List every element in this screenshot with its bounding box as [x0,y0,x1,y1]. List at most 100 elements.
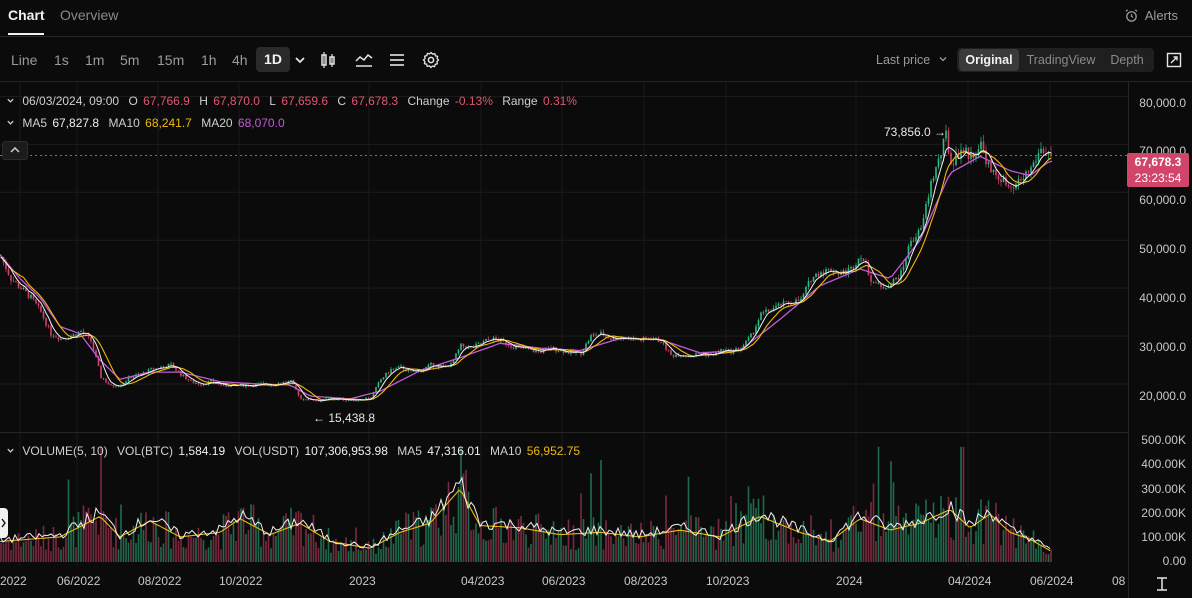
volume-bar [577,548,580,562]
volume-bar [432,508,435,562]
volume-bar [762,495,765,562]
volume-bar [822,538,825,562]
candle-body [1027,171,1030,173]
candle-body [1000,179,1002,183]
chevron-down-icon[interactable] [6,446,15,455]
indicators-icon[interactable] [355,51,373,69]
volume-bar [250,504,252,562]
volume-bar [212,536,215,562]
candlestick-type-icon[interactable] [319,51,337,69]
text-cursor-icon[interactable] [1155,576,1169,592]
candle-body [980,141,982,150]
volume-bar [775,539,777,562]
candle-body [750,333,752,338]
candle-body [42,311,45,319]
gear-icon[interactable] [422,51,440,69]
tab-overview[interactable]: Overview [60,7,118,23]
volume-bar [760,523,762,562]
volume-tick: 300.00K [1141,482,1186,496]
timeframe-1d[interactable]: 1D [256,47,290,72]
volume-tick: 400.00K [1141,457,1186,471]
high-value: 67,870.0 [213,94,260,108]
chevron-down-icon[interactable] [6,96,15,105]
list-settings-icon[interactable] [388,51,406,69]
candle-body [590,335,592,342]
timeframe-5m[interactable]: 5m [120,52,139,68]
timeframe-1h[interactable]: 1h [201,52,217,68]
candle-body [927,197,930,205]
fullscreen-icon[interactable] [1166,52,1182,68]
candle-body [487,339,490,341]
candle-body [862,258,865,261]
volume-bar [932,502,935,562]
timeframe-1s[interactable]: 1s [54,52,69,68]
volume-bar [330,552,332,562]
volume-bar [307,533,310,562]
volume-bar [1012,518,1015,562]
ma10-label: MA10 [108,116,140,130]
volume-bar [180,536,182,562]
candle-body [817,273,820,277]
volume-bar [955,497,957,562]
volume-bar [165,511,167,562]
volume-bar [785,517,787,562]
volume-bar [1025,543,1027,562]
volume-bar [625,545,627,562]
view-depth-button[interactable]: Depth [1103,48,1151,72]
timeframe-line[interactable]: Line [11,52,37,68]
timeframe-4h[interactable]: 4h [232,52,248,68]
collapse-indicators-button[interactable] [2,141,28,160]
view-tradingview-button[interactable]: TradingView [1023,48,1099,72]
candle-body [37,303,40,306]
volume-bar [175,528,177,562]
candle-body [995,169,997,176]
volume-bar [845,527,847,562]
volume-bar [202,540,205,562]
volume-bar [187,535,190,562]
price-mode-dropdown[interactable]: Last price [876,53,948,67]
candle-body [27,291,30,299]
volume-bar [370,548,372,562]
volume-bar [255,524,257,562]
candle-body [840,273,842,275]
candle-body [785,301,787,303]
volume-bar [317,547,320,562]
volume-bar [415,517,417,562]
candle-body [190,380,192,381]
volume-bar [292,535,295,562]
volume-bar [902,517,905,562]
volume-bar [297,510,300,562]
volume-bar [397,519,400,562]
volume-bar [280,525,282,562]
candle-body [170,363,172,365]
volume-bar [645,535,647,562]
volume-bar [110,527,112,562]
volume-info-line: VOLUME(5, 10) VOL(BTC) 1,584.19 VOL(USDT… [6,444,582,458]
volume-bar [725,521,727,562]
volume-bar [885,531,887,562]
candle-body [315,400,317,402]
timeframe-15m[interactable]: 15m [157,52,184,68]
vol-btc-value: 1,584.19 [178,444,226,458]
volume-bar [560,527,562,562]
chevron-down-icon[interactable] [6,118,15,127]
ma20-value: 68,070.0 [237,116,285,130]
volume-bar [377,547,380,562]
volume-bar [862,519,865,562]
alerts-button[interactable]: Alerts [1124,8,1178,23]
chevron-down-icon[interactable] [291,51,309,69]
volume-bar [595,545,597,562]
tab-chart[interactable]: Chart [8,7,45,23]
volume-bar [422,544,425,562]
volume-bar [770,539,772,562]
vol-usdt-value: 107,306,953.98 [304,444,388,458]
timeframe-1m[interactable]: 1m [85,52,104,68]
candle-body [902,266,905,271]
expand-left-panel-button[interactable] [0,508,8,538]
volume-bar [162,543,165,562]
candlestick-chart[interactable] [0,82,1128,574]
volume-bar [842,530,845,562]
volume-bar [355,527,357,562]
volume-bar [837,547,840,562]
view-original-button[interactable]: Original [959,49,1019,71]
